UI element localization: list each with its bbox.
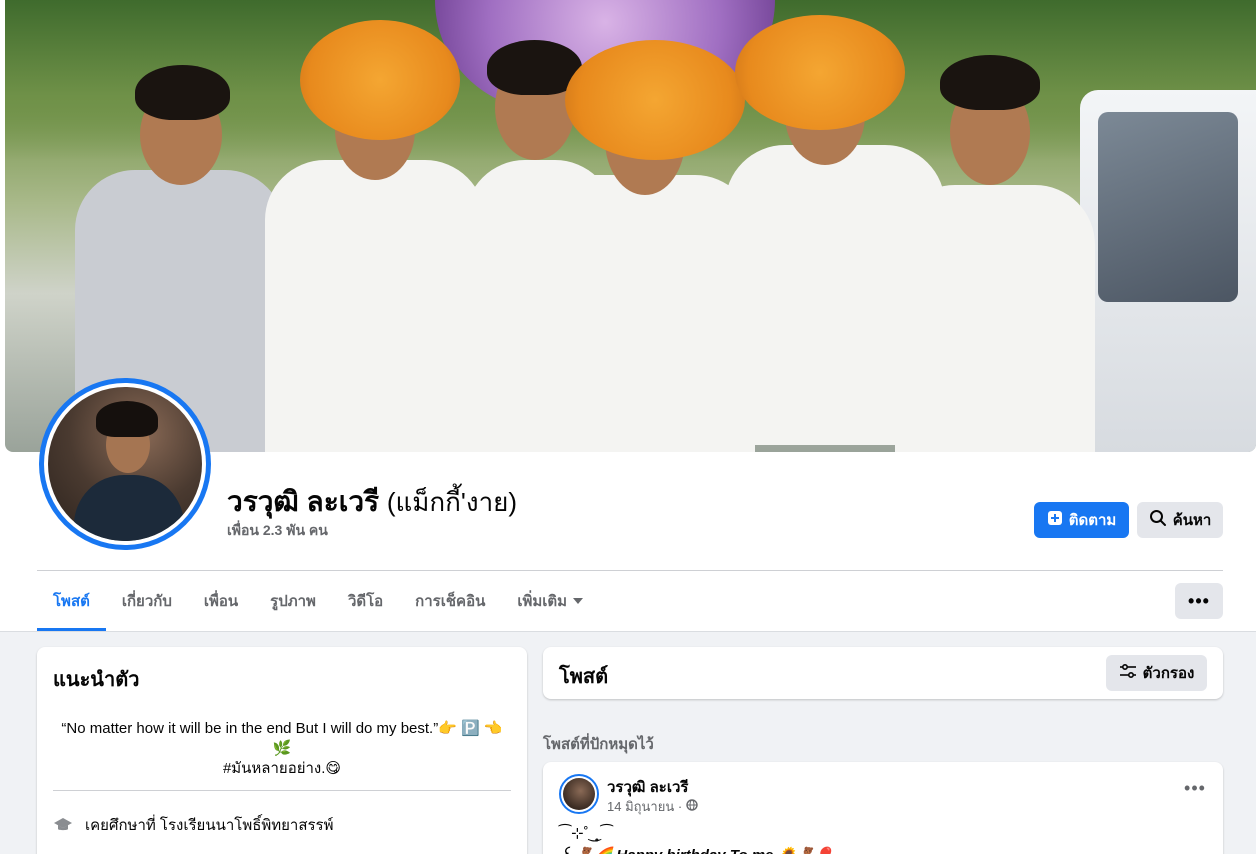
profile-more-button[interactable]: •••: [1175, 583, 1223, 619]
tab-label: เกี่ยวกับ: [121, 593, 172, 610]
post-text-line: ⁀⊹˚‿̩̥⁀: [559, 825, 613, 842]
search-label: ค้นหา: [1172, 512, 1212, 529]
filter-icon: [1119, 663, 1137, 683]
tab-checkins[interactable]: การเช็คอิน: [399, 572, 501, 630]
tab-videos[interactable]: วิดีโอ: [332, 572, 399, 630]
tab-label: เพิ่มเติม: [517, 593, 568, 610]
profile-name: วรวุฒิ ละเวรี (แม็กกี้'งาย): [227, 480, 517, 524]
education-text: เคยศึกษาที่ โรงเรียนนาโพธิ์พิทยาสรรพ์: [85, 817, 334, 834]
posts-header-card: โพสต์ ตัวกรอง: [543, 647, 1223, 699]
tab-photos[interactable]: รูปภาพ: [254, 572, 332, 630]
bio-line: #มันหลายอย่าง.😋: [222, 760, 342, 777]
search-button[interactable]: ค้นหา: [1137, 502, 1223, 538]
cover-truck: [1080, 90, 1256, 452]
intro-education: เคยศึกษาที่ โรงเรียนนาโพธิ์พิทยาสรรพ์: [53, 813, 334, 837]
caret-down-icon: [573, 598, 584, 604]
follow-label: ติดตาม: [1068, 512, 1117, 529]
intro-title: แนะนำตัว: [53, 669, 140, 691]
profile-tabs: โพสต์ เกี่ยวกับ เพื่อน รูปภาพ วิดีโอ การ…: [37, 572, 599, 632]
intro-card: แนะนำตัว “No matter how it will be in th…: [37, 647, 527, 854]
tab-label: เพื่อน: [203, 593, 239, 610]
tab-label: รูปภาพ: [270, 593, 316, 610]
cover-photo[interactable]: [5, 0, 1256, 452]
tab-label: การเช็คอิน: [415, 593, 486, 610]
intro-divider: [53, 790, 511, 791]
graduation-cap-icon: [53, 815, 73, 835]
follow-button[interactable]: ติดตาม: [1034, 502, 1129, 538]
bio-line: 🌿: [272, 740, 292, 757]
tabs-bottom-border: [0, 631, 1256, 632]
follow-icon: [1047, 510, 1063, 530]
intro-bio: “No matter how it will be in the end But…: [53, 719, 511, 779]
tab-label: โพสต์: [53, 593, 90, 610]
post-date[interactable]: 14 มิถุนายน ·: [607, 796, 682, 817]
filter-label: ตัวกรอง: [1142, 665, 1195, 682]
profile-name-text: วรวุฒิ ละเวรี: [227, 486, 380, 517]
tab-about[interactable]: เกี่ยวกับ: [106, 572, 188, 630]
post-author-avatar[interactable]: [559, 774, 599, 814]
header-divider: [37, 570, 1223, 571]
more-dots-icon: •••: [1188, 590, 1210, 611]
profile-alt-name: (แม็กกี้'งาย): [386, 487, 518, 517]
tab-posts[interactable]: โพสต์: [37, 572, 106, 631]
search-icon: [1149, 509, 1167, 531]
post-meta: 14 มิถุนายน ·: [607, 796, 698, 817]
tab-label: วิดีโอ: [347, 593, 384, 610]
post-more-icon[interactable]: •••: [1183, 779, 1207, 804]
filter-button[interactable]: ตัวกรอง: [1106, 655, 1207, 691]
tab-friends[interactable]: เพื่อน: [188, 572, 254, 630]
tab-more[interactable]: เพิ่มเติม: [501, 572, 599, 630]
pinned-posts-label: โพสต์ที่ปักหมุดไว้: [543, 736, 654, 753]
globe-icon: [686, 799, 698, 814]
bio-line: “No matter how it will be in the end But…: [61, 720, 503, 737]
post-text-line: ꒰ 🧸🌈 Happy birthday To me 🌻🧸🎈: [559, 844, 834, 854]
pinned-post: วรวุฒิ ละเวรี 14 มิถุนายน · ••• ⁀⊹˚‿̩̥⁀ …: [543, 762, 1223, 854]
friends-count[interactable]: เพื่อน 2.3 พัน คน: [227, 520, 328, 542]
posts-title: โพสต์: [559, 666, 609, 688]
profile-picture[interactable]: [39, 378, 211, 550]
